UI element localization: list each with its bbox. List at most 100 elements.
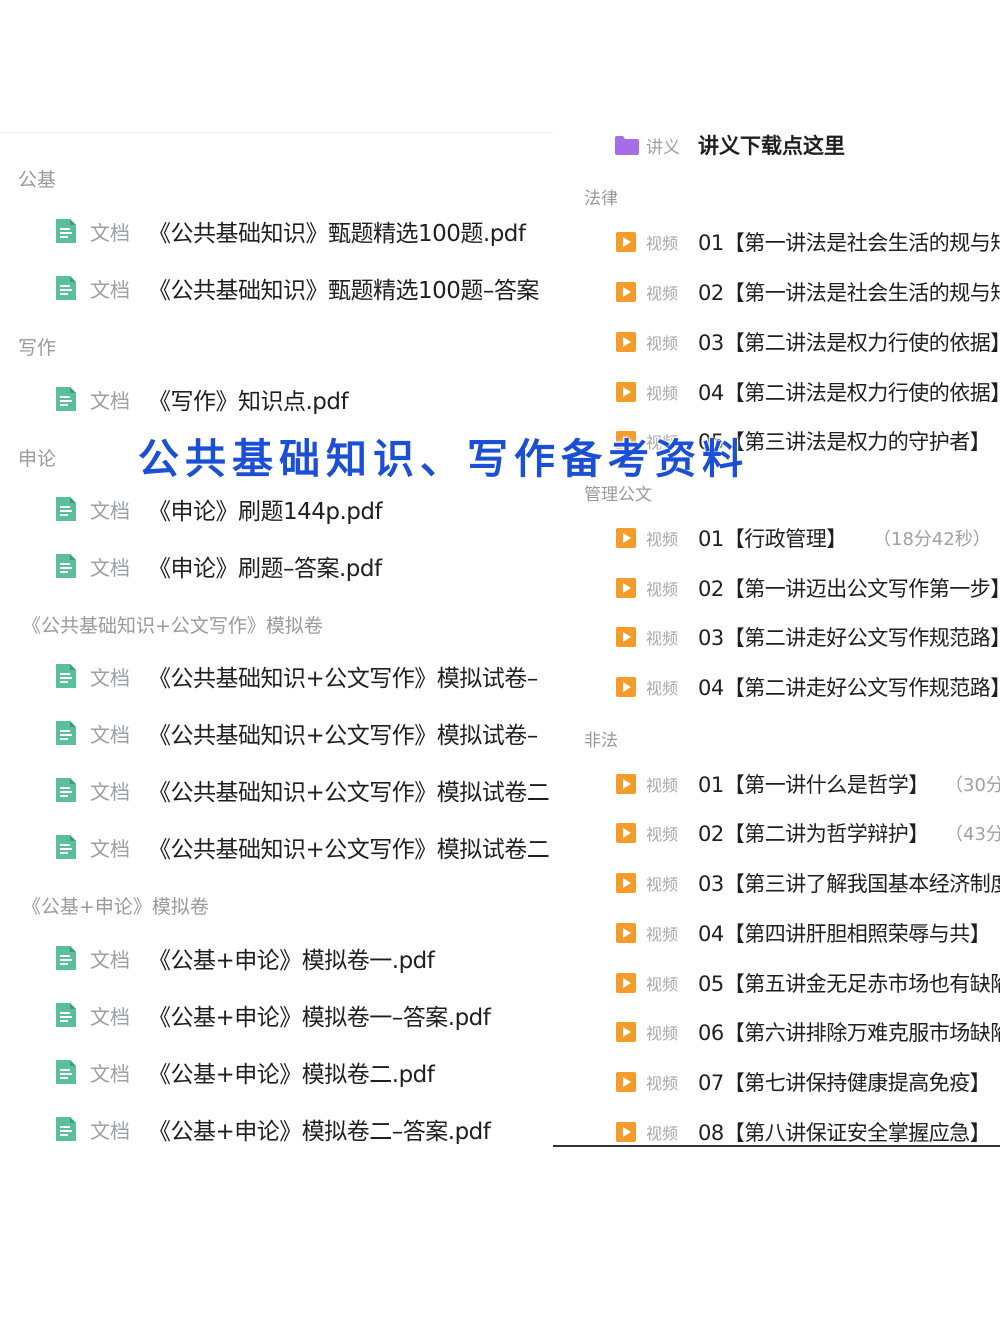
video-name[interactable]: 07【第七讲保持健康提高免疫】 (698, 1067, 991, 1097)
video-name[interactable]: 04【第二讲法是权力行使的依据】 (698, 377, 1000, 407)
file-row[interactable]: 文档 《公共基础知识》甄题精选100题.pdf (0, 211, 553, 251)
file-row[interactable]: 文档 《公基+申论》模拟卷二.pdf (0, 1052, 553, 1092)
video-name[interactable]: 08【第八讲保证安全掌握应急】 (698, 1117, 991, 1147)
section-title-shenlun: 申论 (18, 448, 57, 470)
video-type-label: 视频 (646, 925, 679, 944)
video-type-label: 视频 (646, 334, 679, 353)
play-icon (616, 382, 636, 402)
file-type-label: 文档 (90, 277, 130, 302)
video-name[interactable]: 02【第一讲迈出公文写作第一步】 (698, 573, 1000, 603)
overlay-title: 公共基础知识、写作备考资料 (138, 435, 749, 483)
document-icon (56, 1117, 76, 1141)
file-name[interactable]: 《公共基础知识》甄题精选100题.pdf (148, 214, 526, 248)
video-name[interactable]: 04【第二讲走好公文写作规范路】 (698, 672, 1000, 702)
video-row[interactable]: 视频 01【行政管理】 （18分42秒） (553, 518, 1000, 558)
video-row[interactable]: 视频 02【第一讲法是社会生活的规与矩 (553, 272, 1000, 312)
file-row[interactable]: 文档 《申论》刷题–答案.pdf (0, 546, 553, 586)
video-row[interactable]: 视频 07【第七讲保持健康提高免疫】 (553, 1062, 1000, 1102)
file-row[interactable]: 文档 《公共基础知识+公文写作》模拟试卷二 (0, 827, 553, 867)
video-row[interactable]: 视频 02【第二讲为哲学辩护】 （43分 (553, 813, 1000, 853)
video-type-label: 视频 (646, 1124, 679, 1143)
file-row[interactable]: 文档 《写作》知识点.pdf (0, 379, 553, 419)
play-icon (616, 1072, 636, 1092)
file-name[interactable]: 《公共基础知识+公文写作》模拟试卷二 (148, 773, 550, 807)
document-icon (56, 387, 76, 411)
video-name[interactable]: 05【第五讲金无足赤市场也有缺陷 (698, 968, 1000, 998)
file-row[interactable]: 文档 《公共基础知识》甄题精选100题–答案 (0, 268, 553, 308)
play-icon (616, 677, 636, 697)
video-row[interactable]: 视频 04【第二讲走好公文写作规范路】 (553, 667, 1000, 707)
file-name[interactable]: 《公共基础知识+公文写作》模拟试卷– (148, 716, 538, 750)
file-type-label: 文档 (90, 220, 130, 245)
document-icon (56, 664, 76, 688)
document-icon (56, 835, 76, 859)
file-row[interactable]: 文档 《申论》刷题144p.pdf (0, 489, 553, 529)
play-icon (616, 332, 636, 352)
video-type-label: 视频 (646, 1024, 679, 1043)
video-type-label: 视频 (646, 825, 679, 844)
file-name[interactable]: 《公基+申论》模拟卷一.pdf (148, 941, 435, 975)
file-row[interactable]: 文档 《公共基础知识+公文写作》模拟试卷二 (0, 770, 553, 810)
file-row[interactable]: 文档 《公基+申论》模拟卷一–答案.pdf (0, 995, 553, 1035)
file-name[interactable]: 《公共基础知识+公文写作》模拟试卷二 (148, 830, 550, 864)
file-type-label: 文档 (90, 388, 130, 413)
left-file-list: 公基 文档 《公共基础知识》甄题精选100题.pdf 文档 《公共基础知识》甄题… (0, 132, 553, 1153)
file-row[interactable]: 文档 《公共基础知识+公文写作》模拟试卷– (0, 656, 553, 696)
file-type-label: 文档 (90, 498, 130, 523)
file-type-label: 文档 (90, 947, 130, 972)
file-name[interactable]: 《公基+申论》模拟卷一–答案.pdf (148, 998, 491, 1032)
video-type-label: 视频 (646, 975, 679, 994)
play-icon (616, 282, 636, 302)
file-type-label: 文档 (90, 779, 130, 804)
video-name[interactable]: 03【第二讲法是权力行使的依据】 (698, 327, 1000, 357)
video-row[interactable]: 视频 02【第一讲迈出公文写作第一步】 (553, 568, 1000, 608)
video-row[interactable]: 视频 04【第四讲肝胆相照荣辱与共】 (553, 913, 1000, 953)
video-type-label: 视频 (646, 234, 679, 253)
file-type-label: 文档 (90, 1061, 130, 1086)
file-row[interactable]: 文档 《公共基础知识+公文写作》模拟试卷– (0, 713, 553, 753)
video-name[interactable]: 06【第六讲排除万难克服市场缺陷 (698, 1017, 1000, 1047)
right-video-list: 讲义 讲义下载点这里 法律 视频 01【第一讲法是社会生活的规与矩 视频 02【… (553, 0, 1000, 1150)
file-name[interactable]: 《写作》知识点.pdf (148, 382, 349, 416)
folder-name[interactable]: 讲义下载点这里 (698, 130, 845, 160)
video-name[interactable]: 01【行政管理】 (698, 523, 847, 553)
video-row[interactable]: 视频 06【第六讲排除万难克服市场缺陷 (553, 1012, 1000, 1052)
video-duration: （43分 (945, 824, 1000, 845)
file-type-label: 文档 (90, 722, 130, 747)
file-name[interactable]: 《公共基础知识+公文写作》模拟试卷– (148, 659, 538, 693)
file-name[interactable]: 《申论》刷题144p.pdf (148, 492, 383, 526)
file-name[interactable]: 《公共基础知识》甄题精选100题–答案 (148, 271, 539, 305)
video-type-label: 视频 (646, 679, 679, 698)
document-icon (56, 778, 76, 802)
file-row[interactable]: 文档 《公基+申论》模拟卷一.pdf (0, 938, 553, 978)
video-type-label: 视频 (646, 284, 679, 303)
section-title-law: 法律 (584, 189, 618, 209)
document-icon (56, 1003, 76, 1027)
file-name[interactable]: 《公基+申论》模拟卷二.pdf (148, 1055, 435, 1089)
play-icon (616, 873, 636, 893)
video-name[interactable]: 03【第三讲了解我国基本经济制度 (698, 868, 1000, 898)
video-row[interactable]: 视频 03【第二讲法是权力行使的依据】 (553, 322, 1000, 362)
video-name[interactable]: 04【第四讲肝胆相照荣辱与共】 (698, 918, 991, 948)
video-name[interactable]: 01【第一讲法是社会生活的规与矩 (698, 227, 1000, 257)
play-icon (616, 1022, 636, 1042)
file-name[interactable]: 《申论》刷题–答案.pdf (148, 549, 382, 583)
video-row[interactable]: 视频 01【第一讲法是社会生活的规与矩 (553, 222, 1000, 262)
document-icon (56, 554, 76, 578)
video-row[interactable]: 视频 05【第五讲金无足赤市场也有缺陷 (553, 963, 1000, 1003)
file-name[interactable]: 《公基+申论》模拟卷二–答案.pdf (148, 1112, 491, 1146)
section-title-feifa: 非法 (584, 731, 618, 751)
file-type-label: 文档 (90, 665, 130, 690)
file-row[interactable]: 文档 《公基+申论》模拟卷二–答案.pdf (0, 1109, 553, 1149)
video-name[interactable]: 01【第一讲什么是哲学】 (698, 769, 929, 799)
video-row[interactable]: 视频 01【第一讲什么是哲学】 （30分 (553, 764, 1000, 804)
video-name[interactable]: 02【第二讲为哲学辩护】 (698, 818, 929, 848)
video-name[interactable]: 03【第二讲走好公文写作规范路】 (698, 622, 1000, 652)
video-name[interactable]: 02【第一讲法是社会生活的规与矩 (698, 277, 1000, 307)
video-row[interactable]: 视频 04【第二讲法是权力行使的依据】 (553, 372, 1000, 412)
video-row[interactable]: 视频 03【第二讲走好公文写作规范路】 (553, 617, 1000, 657)
folder-row[interactable]: 讲义 讲义下载点这里 (553, 125, 1000, 165)
file-type-label: 文档 (90, 555, 130, 580)
file-type-label: 文档 (90, 1004, 130, 1029)
video-row[interactable]: 视频 03【第三讲了解我国基本经济制度 (553, 863, 1000, 903)
